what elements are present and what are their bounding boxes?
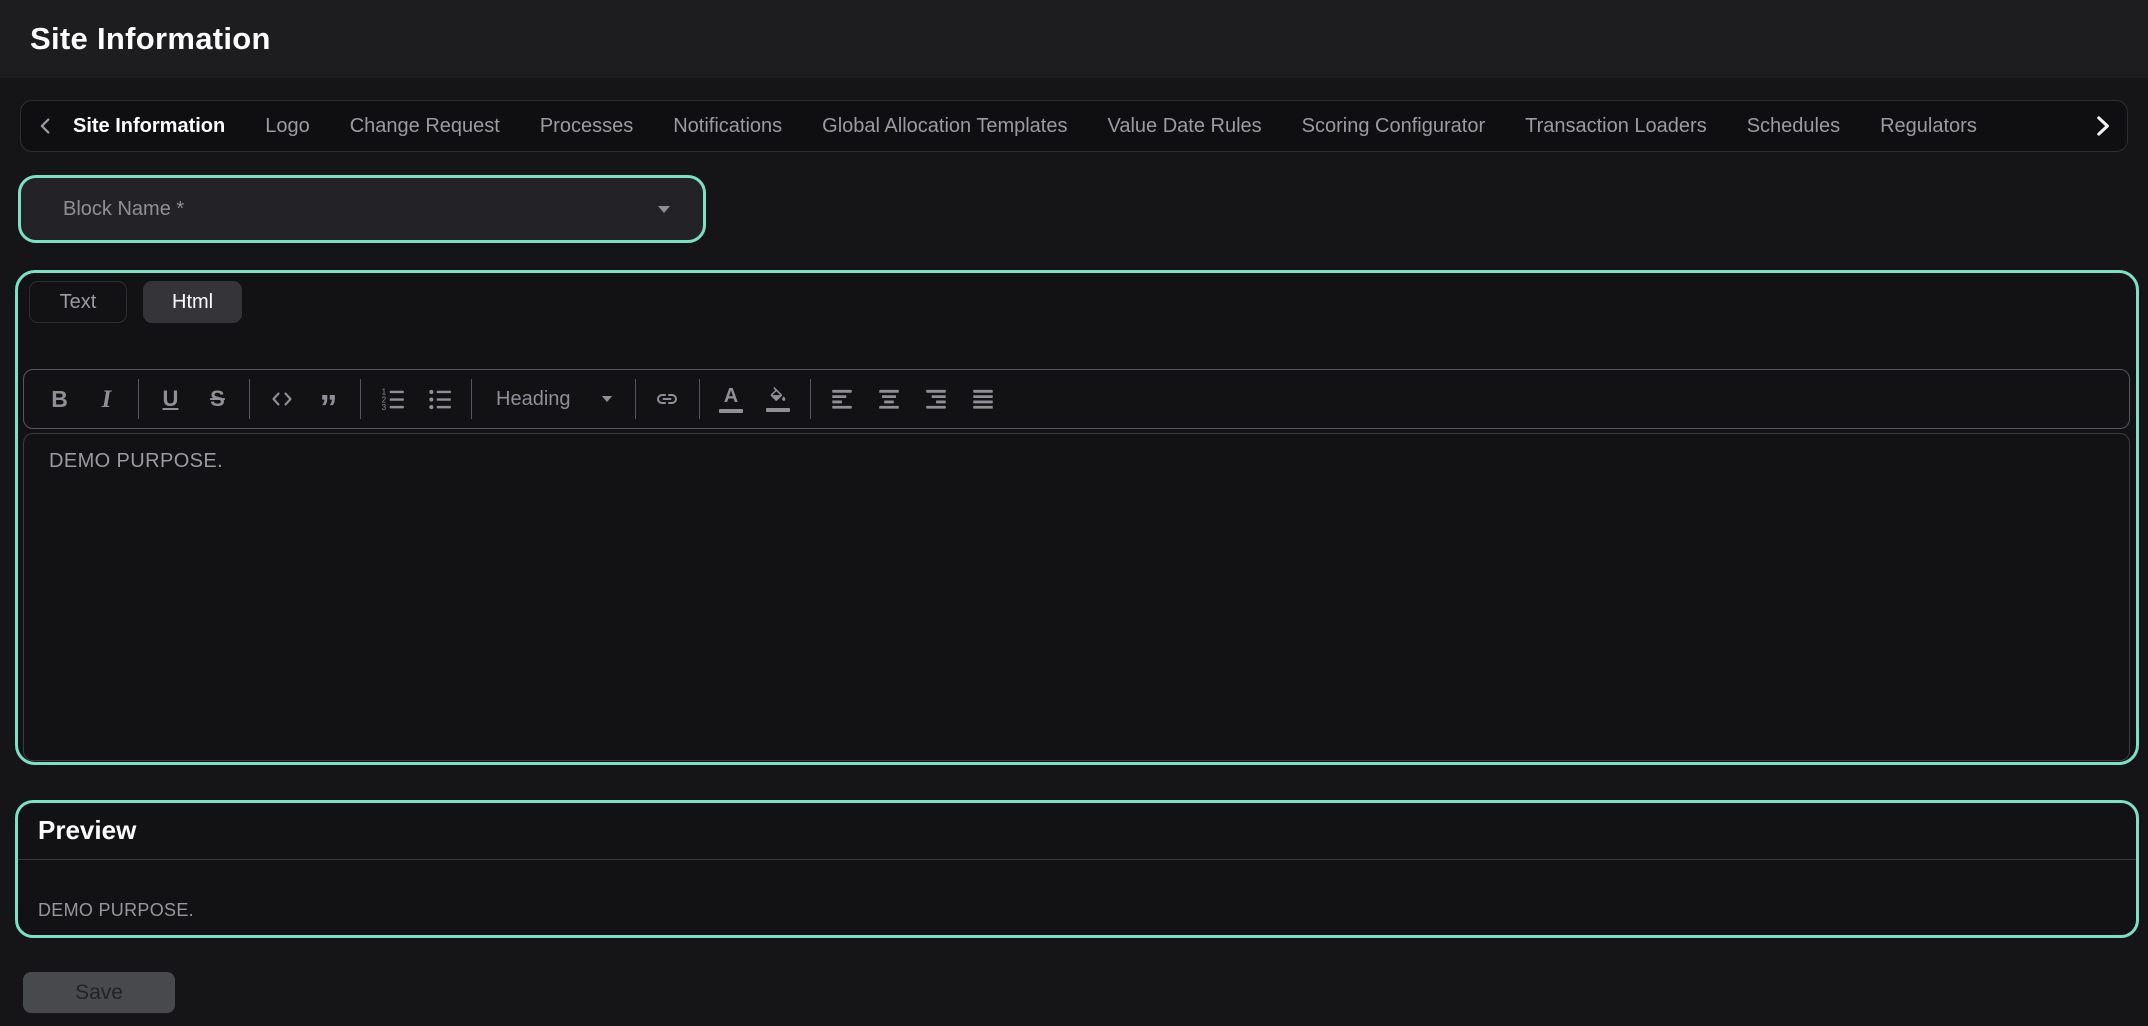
text-color-button[interactable]: A bbox=[708, 376, 755, 422]
align-right-icon bbox=[923, 386, 949, 412]
tab-bar: Site Information Logo Change Request Pro… bbox=[20, 100, 2128, 152]
page-title: Site Information bbox=[30, 21, 271, 57]
tab-regulators[interactable]: Regulators bbox=[1880, 115, 1977, 138]
blockquote-icon: ” bbox=[320, 390, 338, 426]
align-right-button[interactable] bbox=[913, 376, 960, 422]
code-icon bbox=[269, 387, 295, 411]
tab-notifications[interactable]: Notifications bbox=[673, 115, 782, 138]
italic-button[interactable]: I bbox=[83, 376, 130, 422]
tab-processes[interactable]: Processes bbox=[540, 115, 633, 138]
heading-select[interactable]: Heading bbox=[480, 376, 627, 422]
code-button[interactable] bbox=[258, 376, 305, 422]
app-root: Site Information Site Information Logo C… bbox=[0, 0, 2148, 1026]
tab-site-information[interactable]: Site Information bbox=[73, 115, 225, 138]
paint-bucket-icon bbox=[768, 387, 788, 405]
editor-mode-tabs: Text Html bbox=[29, 281, 2131, 323]
tab-schedules[interactable]: Schedules bbox=[1747, 115, 1840, 138]
editor-mode-html-tab[interactable]: Html bbox=[143, 281, 242, 323]
tabs-scroll-right-button[interactable] bbox=[2089, 101, 2115, 151]
editor-content-area[interactable]: DEMO PURPOSE. bbox=[23, 433, 2130, 761]
toolbar-divider bbox=[249, 379, 250, 419]
editor-mode-text-tab[interactable]: Text bbox=[29, 281, 127, 323]
block-name-label: Block Name * bbox=[63, 198, 184, 221]
underline-button[interactable]: U bbox=[147, 376, 194, 422]
tab-transaction-loaders[interactable]: Transaction Loaders bbox=[1525, 115, 1707, 138]
link-button[interactable] bbox=[644, 376, 691, 422]
ordered-list-button[interactable]: 123 bbox=[369, 376, 416, 422]
bullet-list-icon bbox=[427, 386, 453, 412]
page-header: Site Information bbox=[0, 0, 2148, 78]
tab-change-request[interactable]: Change Request bbox=[350, 115, 500, 138]
editor-content-text: DEMO PURPOSE. bbox=[49, 450, 2104, 473]
bold-button[interactable]: B bbox=[36, 376, 83, 422]
chevron-left-icon bbox=[35, 115, 57, 137]
save-button[interactable]: Save bbox=[23, 972, 175, 1013]
toolbar-divider bbox=[635, 379, 636, 419]
underline-icon: U bbox=[163, 388, 179, 410]
chevron-right-icon bbox=[2089, 113, 2115, 139]
align-left-button[interactable] bbox=[819, 376, 866, 422]
align-center-icon bbox=[876, 386, 902, 412]
toolbar-divider bbox=[471, 379, 472, 419]
tab-value-date-rules[interactable]: Value Date Rules bbox=[1108, 115, 1262, 138]
align-justify-icon bbox=[970, 386, 996, 412]
highlight-color-bar bbox=[766, 408, 790, 412]
heading-select-value: Heading bbox=[496, 388, 571, 411]
strikethrough-icon: S bbox=[210, 388, 225, 410]
block-name-select[interactable]: Block Name * bbox=[18, 175, 706, 243]
tabs-scroll-left-button[interactable] bbox=[35, 115, 57, 137]
highlight-color-button[interactable] bbox=[755, 376, 802, 422]
blockquote-button[interactable]: ” bbox=[305, 376, 352, 422]
align-center-button[interactable] bbox=[866, 376, 913, 422]
chevron-down-icon bbox=[657, 205, 671, 214]
ordered-list-icon: 123 bbox=[380, 386, 406, 412]
toolbar-divider bbox=[360, 379, 361, 419]
svg-text:3: 3 bbox=[381, 403, 386, 412]
tab-logo[interactable]: Logo bbox=[265, 115, 310, 138]
tab-scoring-configurator[interactable]: Scoring Configurator bbox=[1302, 115, 1485, 138]
align-left-icon bbox=[829, 386, 855, 412]
link-icon bbox=[653, 387, 681, 411]
preview-title: Preview bbox=[18, 803, 2136, 846]
tab-global-allocation-templates[interactable]: Global Allocation Templates bbox=[822, 115, 1067, 138]
align-justify-button[interactable] bbox=[960, 376, 1007, 422]
preview-content: DEMO PURPOSE. bbox=[18, 860, 2136, 921]
bold-icon: B bbox=[51, 388, 68, 411]
chevron-down-icon bbox=[601, 395, 613, 403]
bullet-list-button[interactable] bbox=[416, 376, 463, 422]
html-editor-section: Text Html B I U S ” bbox=[15, 270, 2139, 765]
strikethrough-button[interactable]: S bbox=[194, 376, 241, 422]
preview-section: Preview DEMO PURPOSE. bbox=[15, 800, 2139, 938]
italic-icon: I bbox=[102, 387, 112, 412]
editor-toolbar: B I U S ” 123 bbox=[23, 369, 2130, 429]
toolbar-divider bbox=[699, 379, 700, 419]
tab-list: Site Information Logo Change Request Pro… bbox=[73, 115, 2113, 138]
toolbar-divider bbox=[810, 379, 811, 419]
text-color-icon: A bbox=[724, 386, 738, 406]
text-color-bar bbox=[719, 409, 743, 413]
toolbar-divider bbox=[138, 379, 139, 419]
